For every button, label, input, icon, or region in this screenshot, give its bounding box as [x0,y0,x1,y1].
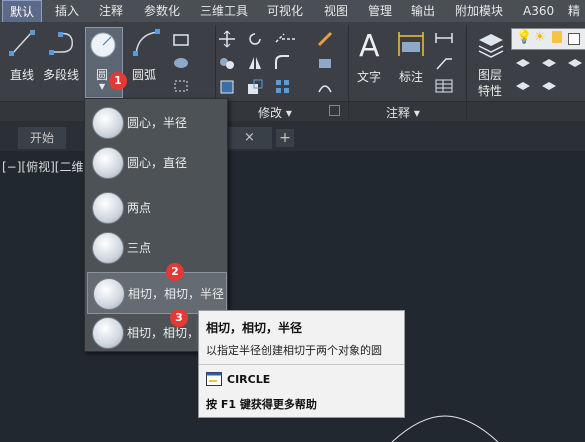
table-icon[interactable] [434,78,454,94]
tab-output[interactable]: 输出 [404,0,442,22]
tooltip-help: 按 F1 键获得更多帮助 [206,398,317,411]
menu-item-label: 圆心，半径 [127,116,188,130]
scale-icon[interactable] [246,78,264,96]
tooltip-command: CIRCLE [227,373,271,386]
layer-tool-icon[interactable] [566,55,584,71]
menu-item-label: 三点 [127,241,152,255]
viewport-controls[interactable]: [−][俯视][二维线 [2,158,95,175]
text-label[interactable]: 文字 [357,68,381,85]
rectangle-icon[interactable] [172,32,192,48]
lightbulb-icon: 💡 [516,30,533,45]
tab-featured[interactable]: 精 [561,0,585,22]
move-icon[interactable] [218,30,236,48]
stretch-icon[interactable] [218,78,236,96]
copy-icon[interactable] [218,54,236,72]
tooltip-description: 以指定半径创建相切于两个对象的圆 [206,344,382,357]
tab-start[interactable]: 开始 [18,127,67,149]
circle-center-radius-icon [92,107,124,139]
menu-item-three-point[interactable]: 三点 [87,227,225,267]
step-badge: 2 [166,263,184,281]
linear-dim-icon[interactable] [434,30,454,46]
layer-tool-icon[interactable] [514,78,532,94]
array-icon[interactable] [274,78,292,96]
line-label[interactable]: 直线 [10,66,34,83]
close-icon[interactable]: × [244,130,255,145]
polyline-icon[interactable] [48,28,80,58]
panel-divider [348,25,349,119]
menu-item-label: 圆心，直径 [127,156,188,170]
tooltip-divider [199,364,404,365]
menu-item-tan-tan-radius[interactable]: 相切，相切，半径 [87,272,227,314]
tab-a360[interactable]: A360 [516,0,561,22]
menu-item-two-point[interactable]: 两点 [87,187,225,227]
trim-icon[interactable] [274,30,300,48]
annotation-panel-label[interactable]: 注释 ▾ [386,104,420,121]
new-tab-button[interactable]: + [276,129,294,147]
layer-properties-icon[interactable] [476,30,506,60]
tab-addins[interactable]: 附加模块 [448,0,510,22]
panel-launcher-icon[interactable] [329,105,340,116]
layer-label-line2[interactable]: 特性 [478,82,502,99]
leader-icon[interactable] [434,55,454,71]
command-line-icon [206,372,222,386]
rotate-icon[interactable] [246,30,264,48]
chevron-down-icon[interactable]: ▼ [99,82,105,91]
dimension-label[interactable]: 标注 [399,68,423,85]
circle-two-point-icon [92,192,124,224]
layer-tool-icon[interactable] [514,55,532,71]
circle-tan-tan-tan-icon [92,317,124,349]
polyline-label[interactable]: 多段线 [43,66,79,83]
layer-dropdown[interactable]: 💡 ☀ [511,28,585,50]
dimension-icon[interactable] [396,30,426,60]
circle-tan-tan-radius-icon [93,278,125,310]
layer-tool-icon[interactable] [540,55,558,71]
step-badge: 3 [170,309,188,327]
explode-icon[interactable] [316,54,334,72]
ribbon-tab-bar: 默认 插入 注释 参数化 三维工具 可视化 视图 管理 输出 附加模块 A360… [0,0,585,23]
tab-insert[interactable]: 插入 [48,0,86,22]
tab-3d-tools[interactable]: 三维工具 [193,0,255,22]
tab-visualize[interactable]: 可视化 [260,0,310,22]
arc-label[interactable]: 圆弧 [132,66,156,83]
tab-manage[interactable]: 管理 [361,0,399,22]
tab-annotate[interactable]: 注释 [92,0,130,22]
erase-icon[interactable] [316,30,334,48]
layer-label-line1[interactable]: 图层 [478,66,502,83]
sun-icon: ☀ [534,30,546,45]
offset-icon[interactable] [316,78,334,96]
circle-center-diameter-icon [92,147,124,179]
menu-item-label: 相切，相切，半径 [128,287,225,301]
menu-item-center-diameter[interactable]: 圆心，直径 [87,142,225,182]
menu-item-center-radius[interactable]: 圆心，半径 [87,102,225,142]
hatch-icon[interactable] [172,55,192,71]
circle-label[interactable]: 圆 [96,66,108,83]
circle-icon[interactable] [88,30,118,60]
command-tooltip: 相切，相切，半径 以指定半径创建相切于两个对象的圆 CIRCLE 按 F1 键获… [198,310,405,418]
menu-item-label: 两点 [127,201,152,215]
circle-three-point-icon [92,232,124,264]
boundary-icon[interactable] [172,78,192,94]
step-badge: 1 [109,72,127,90]
lock-icon [552,31,562,43]
tab-view[interactable]: 视图 [317,0,355,22]
text-icon[interactable]: A [356,28,386,62]
line-icon[interactable] [8,28,36,58]
svg-text:A: A [359,29,380,62]
color-swatch-icon [568,33,580,45]
modify-panel-label[interactable]: 修改 ▾ [258,104,292,121]
tooltip-title: 相切，相切，半径 [206,321,303,335]
mirror-icon[interactable] [246,54,264,72]
fillet-icon[interactable] [274,54,292,72]
layer-tool-icon[interactable] [540,78,558,94]
tab-default[interactable]: 默认 [2,0,43,22]
arc-icon[interactable] [132,28,162,58]
panel-divider [466,25,467,119]
tab-parametric[interactable]: 参数化 [137,0,187,22]
drawn-circle [391,415,499,442]
